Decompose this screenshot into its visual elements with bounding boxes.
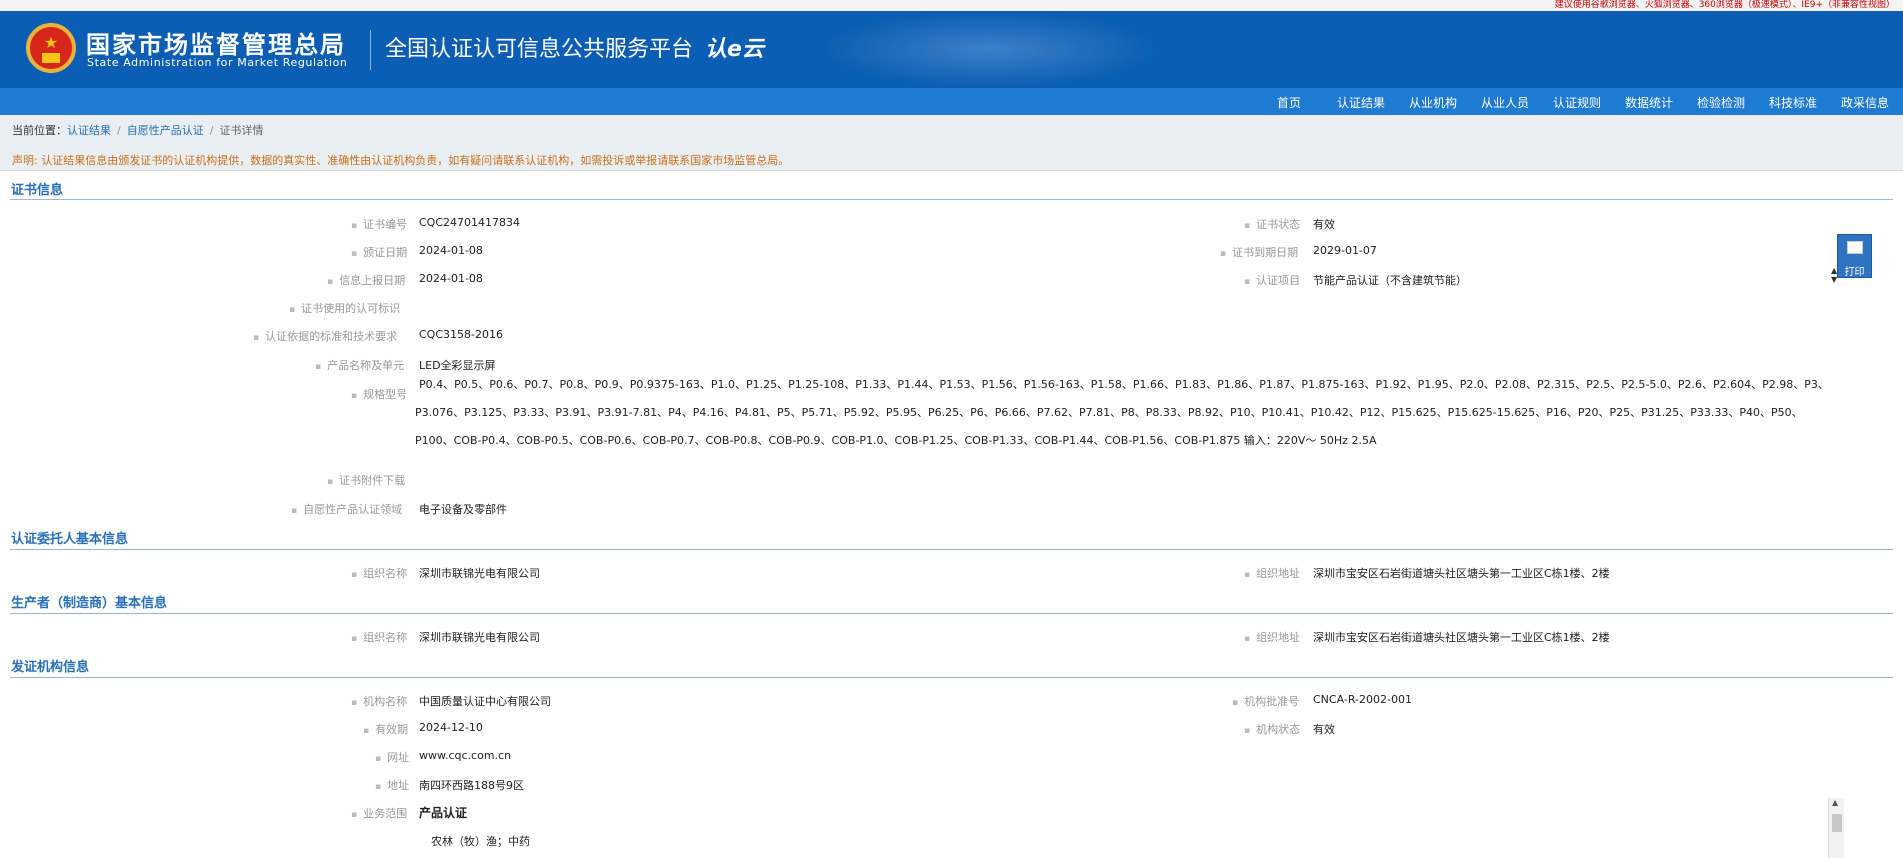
report-date-label: 信息上报日期 (327, 272, 405, 288)
expire-date-value: 2029-01-07 (1313, 244, 1377, 257)
section-divider (10, 613, 1893, 614)
brand-divider (370, 30, 371, 70)
standard-value: CQC3158-2016 (419, 328, 503, 341)
print-button[interactable]: 打印 (1837, 234, 1872, 278)
breadcrumb-separator: / (117, 124, 121, 137)
expire-date-label: 证书到期日期 (1220, 244, 1298, 260)
breadcrumb-cert-results[interactable]: 认证结果 (67, 124, 111, 137)
section-divider (10, 199, 1893, 200)
banner-decoration (820, 11, 1160, 88)
nav-procurement[interactable]: 政采信息 (1841, 94, 1889, 111)
issuer-address-value: 南四环西路188号9区 (419, 779, 524, 792)
cert-field-value: 电子设备及零部件 (419, 503, 507, 516)
issuer-scope-value: 产品认证 (419, 806, 468, 820)
issuer-approval-value: CNCA-R-2002-001 (1313, 693, 1412, 706)
issuer-scope-label: 业务范围 (351, 805, 407, 821)
cert-status-value: 有效 (1313, 218, 1335, 231)
section-title-client: 认证委托人基本信息 (11, 532, 129, 547)
issuer-valid-label: 有效期 (363, 721, 408, 737)
printer-icon (1847, 241, 1863, 254)
section-title-manufacturer: 生产者（制造商）基本信息 (11, 596, 168, 611)
cert-project-label: 认证项目 (1244, 272, 1300, 288)
client-org-label: 组织名称 (351, 565, 407, 581)
issuer-name-label: 机构名称 (351, 693, 407, 709)
issuer-address-label: 地址 (375, 777, 409, 793)
cert-project-value: 节能产品认证（不含建筑节能） (1313, 274, 1467, 287)
section-divider (10, 677, 1893, 678)
issuer-status-label: 机构状态 (1244, 721, 1300, 737)
scroll-up-icon[interactable]: ▲ (1832, 798, 1838, 807)
client-addr-label: 组织地址 (1244, 565, 1300, 581)
top-notice-strip: 建议使用谷歌浏览器、火狐浏览器、360浏览器（极速模式）、IE9+（非兼容性视图… (0, 0, 1903, 11)
nav-statistics[interactable]: 数据统计 (1625, 94, 1673, 111)
issuer-valid-value: 2024-12-10 (419, 721, 483, 734)
report-date-value: 2024-01-08 (419, 272, 483, 285)
nav-practitioners[interactable]: 从业人员 (1481, 94, 1529, 111)
issuer-name-value: 中国质量认证中心有限公司 (419, 695, 551, 708)
nav-tech-standards[interactable]: 科技标准 (1769, 94, 1817, 111)
nav-cert-rules[interactable]: 认证规则 (1553, 94, 1601, 111)
scope-scrollbar[interactable]: ▲ (1828, 798, 1844, 858)
issuer-approval-label: 机构批准号 (1232, 693, 1299, 709)
agency-name-cn: 国家市场监督管理总局 (86, 31, 346, 59)
detail-panel: 证书信息 证书编号 CQC24701417834 证书状态 有效 颁证日期 20… (0, 170, 1903, 858)
maker-org-value: 深圳市联锦光电有限公司 (419, 631, 540, 644)
cert-no-value: CQC24701417834 (419, 216, 521, 229)
breadcrumb-voluntary[interactable]: 自愿性产品认证 (127, 124, 204, 137)
scrollbar-thumb[interactable] (1832, 814, 1842, 832)
standard-label: 认证依据的标准和技术要求 (253, 328, 397, 344)
issue-date-value: 2024-01-08 (419, 244, 483, 257)
model-label: 规格型号 (351, 386, 407, 402)
maker-addr-label: 组织地址 (1244, 629, 1300, 645)
issue-date-label: 颁证日期 (351, 244, 407, 260)
header-banner: ★ 国家市场监督管理总局 State Administration for Ma… (0, 11, 1903, 88)
issuer-website-label: 网址 (375, 749, 409, 765)
print-label: 打印 (1844, 267, 1865, 278)
nav-home[interactable]: 首页 (1277, 94, 1301, 111)
disclaimer: 声明: 认证结果信息由颁发证书的认证机构提供，数据的真实性、准确性由认证机构负责… (12, 154, 790, 167)
breadcrumb-prefix: 当前位置： (12, 124, 67, 137)
client-org-value: 深圳市联锦光电有限公司 (419, 567, 540, 580)
platform-logo: 认e云 (705, 37, 764, 62)
issuer-status-value: 有效 (1313, 723, 1335, 736)
nav-institutions[interactable]: 从业机构 (1409, 94, 1457, 111)
breadcrumb-current: 证书详情 (219, 124, 264, 137)
nav-inspection[interactable]: 检验检测 (1697, 94, 1745, 111)
maker-org-label: 组织名称 (351, 629, 407, 645)
client-addr-value: 深圳市宝安区石岩街道塘头社区塘头第一工业区C栋1楼、2楼 (1313, 567, 1610, 580)
issuer-website-value: www.cqc.com.cn (419, 749, 512, 762)
accreditation-mark-label: 证书使用的认可标识 (289, 300, 400, 316)
breadcrumb: 当前位置：认证结果 / 自愿性产品认证 / 证书详情 (12, 122, 263, 138)
breadcrumb-separator: / (209, 124, 214, 137)
section-title-cert-info: 证书信息 (11, 183, 64, 198)
cert-no-label: 证书编号 (351, 216, 407, 232)
product-label: 产品名称及单元 (315, 357, 404, 373)
cert-field-label: 自愿性产品认证领域 (291, 501, 402, 517)
section-divider (10, 549, 1893, 550)
model-value: P0.4、P0.5、P0.6、P0.7、P0.8、P0.9、P0.9375-16… (415, 378, 1829, 447)
scroll-arrows-icon[interactable]: ▲ ▼ (1831, 266, 1837, 284)
agency-name-en: State Administration for Market Regulati… (87, 56, 348, 69)
browser-notice: 建议使用谷歌浏览器、火狐浏览器、360浏览器（极速模式）、IE9+（非兼容性视图… (1554, 0, 1895, 10)
maker-addr-value: 深圳市宝安区石岩街道塘头社区塘头第一工业区C栋1楼、2楼 (1313, 631, 1610, 644)
attachment-label: 证书附件下载 (327, 472, 405, 488)
issuer-scope-item: 农林（牧）渔；中药 (431, 835, 530, 848)
section-title-issuer: 发证机构信息 (11, 660, 90, 675)
nav-cert-results[interactable]: 认证结果 (1337, 94, 1385, 111)
main-nav: 首页 认证结果 从业机构 从业人员 认证规则 数据统计 检验检测 科技标准 政采… (0, 88, 1903, 115)
platform-title: 全国认证认可信息公共服务平台 (385, 37, 694, 62)
national-emblem-icon: ★ (26, 23, 76, 73)
cert-status-label: 证书状态 (1244, 216, 1300, 232)
